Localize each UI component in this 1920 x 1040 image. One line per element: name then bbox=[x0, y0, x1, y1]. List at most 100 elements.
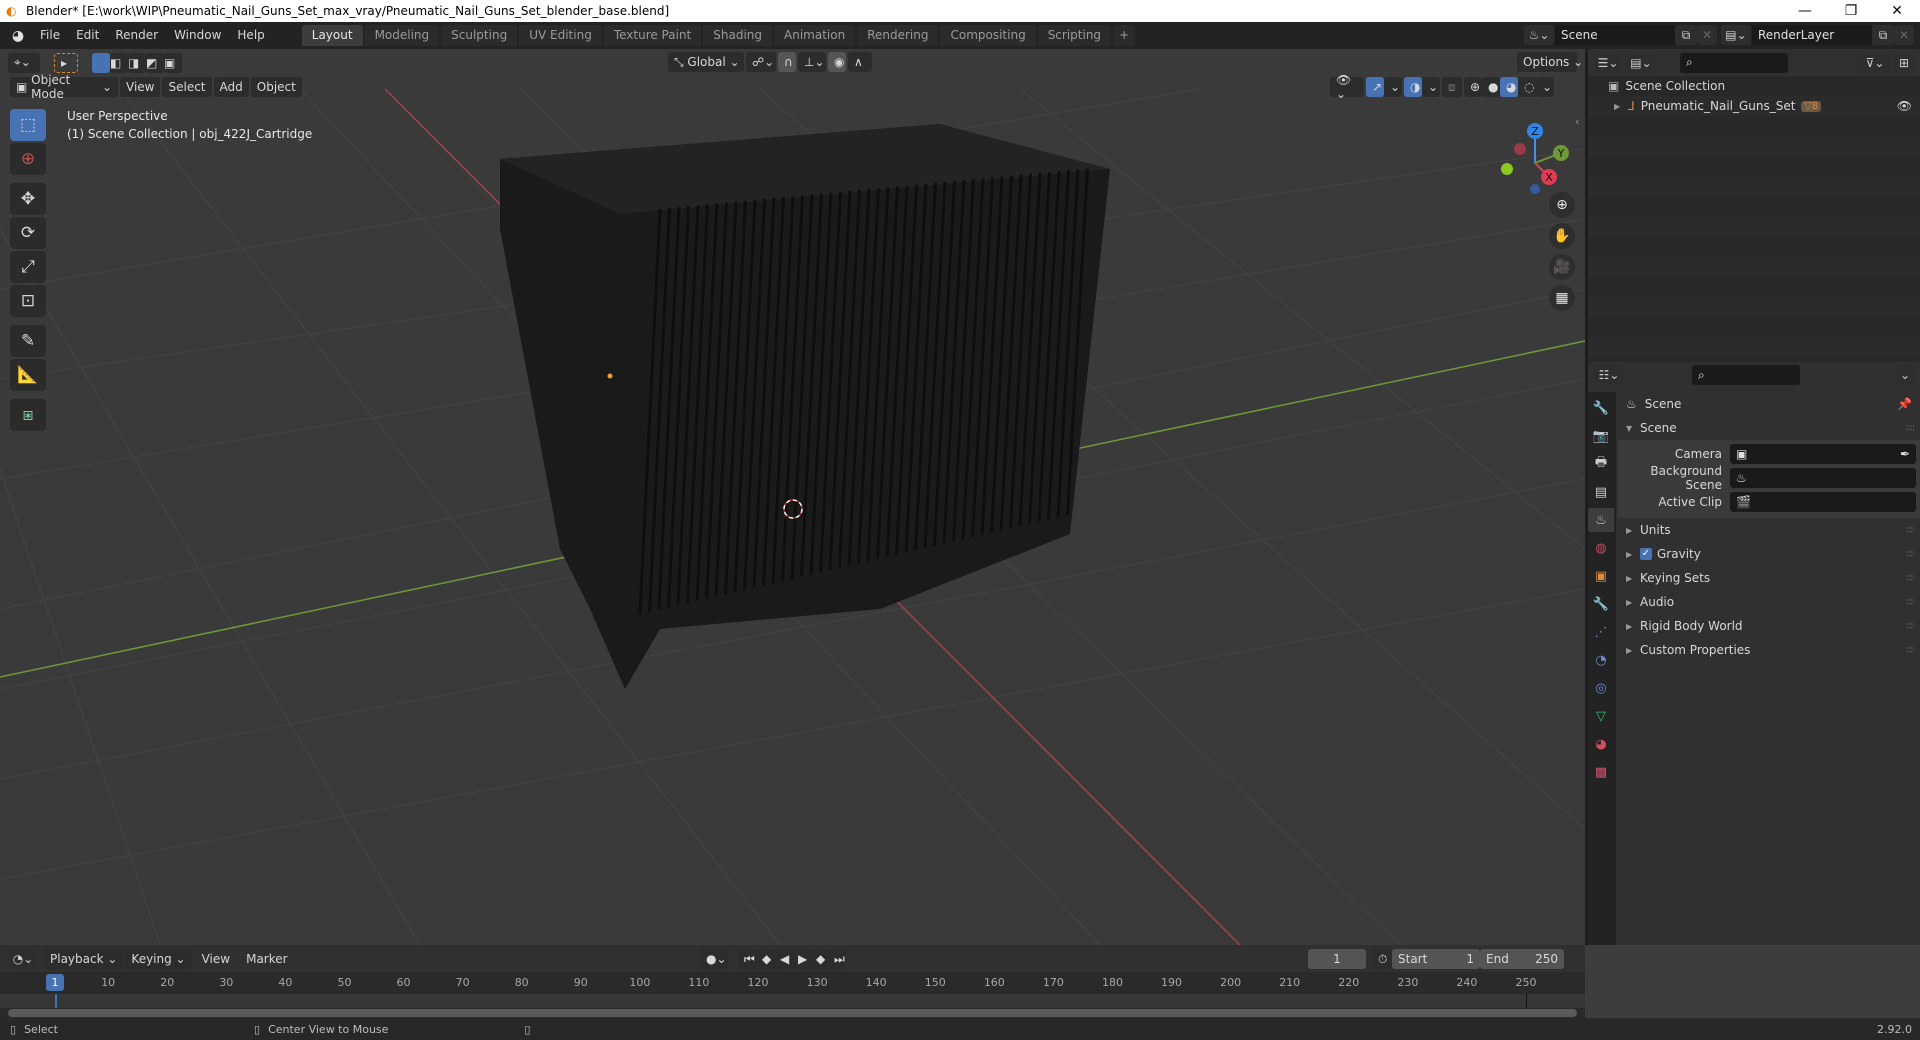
particles-tab-icon[interactable]: ⋰ bbox=[1588, 620, 1614, 644]
render-tab-icon[interactable]: 📷 bbox=[1588, 424, 1614, 448]
3d-viewport[interactable]: ⌖⌄ ▸ ◧ ◨ ◩ ▣ ⤡ Global ⌄ ☍⌄ ∩ ⊥⌄ ◉ ∧ Opti… bbox=[0, 49, 1585, 945]
workspace-tab-uv-editing[interactable]: UV Editing bbox=[519, 25, 602, 46]
expand-arrow-icon[interactable]: ▶ bbox=[1614, 102, 1628, 111]
workspace-tab-rendering[interactable]: Rendering bbox=[857, 25, 939, 46]
timeline-editor-type-icon[interactable]: ◔⌄ bbox=[8, 948, 38, 969]
menu-edit[interactable]: Edit bbox=[68, 22, 107, 49]
new-collection-icon[interactable]: ⊞ bbox=[1894, 52, 1914, 73]
display-mode-icon[interactable]: ▤⌄ bbox=[1626, 52, 1656, 73]
section-audio[interactable]: ▶ Audio:::: bbox=[1618, 590, 1920, 614]
timeline-scrollbar[interactable] bbox=[8, 1009, 1577, 1017]
constraints-tab-icon[interactable]: ◎ bbox=[1588, 676, 1614, 700]
rotate-tool-icon[interactable]: ⟳ bbox=[10, 217, 46, 249]
keying-menu[interactable]: Keying ⌄ bbox=[125, 948, 192, 969]
menu-view[interactable]: View bbox=[120, 77, 161, 97]
move-tool-icon[interactable]: ✥ bbox=[10, 183, 46, 215]
add-cube-tool-icon[interactable]: ⧆ bbox=[10, 399, 46, 431]
new-scene-icon[interactable]: ⧉ bbox=[1675, 25, 1697, 45]
outliner-row-object[interactable]: ▶ ⅃ Pneumatic_Nail_Guns_Set ▽8 👁 bbox=[1588, 96, 1920, 116]
jump-start-icon[interactable]: ⏮ bbox=[738, 949, 756, 969]
visibility-eye-icon[interactable]: 👁 bbox=[1897, 99, 1912, 113]
playback-menu[interactable]: Playback ⌄ bbox=[44, 948, 124, 969]
select-box-tool-icon[interactable]: ⬚ bbox=[10, 109, 46, 141]
workspace-tab-animation[interactable]: Animation bbox=[774, 25, 856, 46]
menu-object[interactable]: Object bbox=[250, 77, 302, 97]
select-mode-subtract-icon[interactable]: ◨ bbox=[128, 52, 146, 73]
pan-hand-icon[interactable]: ✋ bbox=[1549, 223, 1575, 249]
physics-tab-icon[interactable]: ◔ bbox=[1588, 648, 1614, 672]
current-frame-field[interactable]: 1 bbox=[1308, 949, 1366, 969]
sidebar-toggle-icon[interactable]: ‹ bbox=[1575, 115, 1579, 128]
texture-tab-icon[interactable]: ▩ bbox=[1588, 760, 1614, 784]
properties-search-input[interactable]: ⌕ bbox=[1692, 365, 1800, 385]
new-view-layer-icon[interactable]: ⧉ bbox=[1872, 25, 1894, 45]
next-keyframe-icon[interactable]: ◆ bbox=[810, 949, 828, 969]
overlay-toggle-icon[interactable]: ◑ bbox=[1404, 77, 1422, 97]
minimize-button[interactable]: — bbox=[1782, 0, 1828, 22]
filter-icon[interactable]: ⊽⌄ bbox=[1860, 52, 1890, 73]
snap-target-icon[interactable]: ⊥⌄ bbox=[798, 52, 826, 72]
select-mode-invert-icon[interactable]: ◩ bbox=[146, 52, 164, 73]
menu-render[interactable]: Render bbox=[107, 22, 166, 49]
delete-scene-icon[interactable]: ✕ bbox=[1697, 25, 1717, 45]
timeline-view-menu[interactable]: View bbox=[194, 949, 238, 969]
overlay-dropdown-icon[interactable]: ⌄ bbox=[1422, 77, 1440, 97]
timeline-ruler[interactable]: 10 20 30 40 50 60 70 80 90 100 110 120 130 140 150 160 1… bbox=[0, 972, 1585, 994]
section-keying-sets[interactable]: ▶ Keying Sets:::: bbox=[1618, 566, 1920, 590]
properties-editor-type-icon[interactable]: ☷⌄ bbox=[1594, 365, 1624, 385]
view-layer-name-field[interactable]: RenderLayer bbox=[1752, 25, 1872, 45]
zoom-icon[interactable]: ⊕ bbox=[1549, 192, 1575, 218]
eyedropper-icon[interactable]: ✒ bbox=[1900, 447, 1910, 461]
auto-keying-icon[interactable]: ●⌄ bbox=[700, 949, 728, 969]
start-frame-field[interactable]: Start 1 bbox=[1392, 949, 1480, 969]
tool-tab-icon[interactable]: 🔧 bbox=[1588, 396, 1614, 420]
snap-toggle-icon[interactable]: ∩ bbox=[778, 52, 796, 72]
falloff-icon[interactable]: ∧ bbox=[848, 52, 872, 72]
select-tool-icon[interactable]: ▸ bbox=[54, 52, 78, 73]
options-dropdown[interactable]: Options ⌄ bbox=[1517, 52, 1583, 72]
menu-help[interactable]: Help bbox=[229, 22, 272, 49]
menu-add[interactable]: Add bbox=[213, 77, 249, 97]
mode-dropdown[interactable]: ▣ Object Mode ⌄ bbox=[10, 73, 118, 101]
select-mode-intersect-icon[interactable]: ▣ bbox=[164, 52, 182, 73]
visibility-selectability-icon[interactable]: 👁⌄ bbox=[1330, 73, 1364, 101]
scene-name-field[interactable]: Scene bbox=[1555, 25, 1675, 45]
transform-orientation-dropdown[interactable]: ⤡ Global ⌄ bbox=[668, 52, 744, 72]
workspace-tab-shading[interactable]: Shading bbox=[703, 25, 772, 46]
xray-toggle-icon[interactable]: ⧈ bbox=[1442, 77, 1462, 97]
section-rigid-body-world[interactable]: ▶ Rigid Body World:::: bbox=[1618, 614, 1920, 638]
restore-button[interactable]: ❐ bbox=[1828, 0, 1874, 22]
marker-menu[interactable]: Marker bbox=[238, 949, 295, 969]
view-layer-selector-icon[interactable]: ▤⌄ bbox=[1721, 25, 1751, 45]
workspace-tab-compositing[interactable]: Compositing bbox=[940, 25, 1036, 46]
outliner-editor-type-icon[interactable]: ☰⌄ bbox=[1594, 52, 1622, 73]
workspace-tab-sculpting[interactable]: Sculpting bbox=[441, 25, 518, 46]
section-units[interactable]: ▶ Units:::: bbox=[1618, 518, 1920, 542]
cursor-tool-icon[interactable]: ⊕ bbox=[10, 143, 46, 175]
menu-file[interactable]: File bbox=[32, 22, 68, 49]
workspace-tab-modeling[interactable]: Modeling bbox=[364, 25, 440, 46]
outliner-row-scene-collection[interactable]: ▣ Scene Collection bbox=[1588, 76, 1920, 96]
active-clip-field[interactable]: 🎬 bbox=[1730, 492, 1916, 512]
gizmo-toggle-icon[interactable]: ↗ bbox=[1366, 77, 1384, 97]
properties-options-icon[interactable]: ⌄ bbox=[1896, 365, 1914, 385]
scene-panel-header[interactable]: ▼ Scene :::: bbox=[1618, 416, 1920, 440]
output-tab-icon[interactable]: 🖶 bbox=[1588, 452, 1614, 476]
playhead[interactable]: 1 bbox=[46, 974, 64, 991]
end-frame-field[interactable]: End 250 bbox=[1480, 949, 1564, 969]
prev-keyframe-icon[interactable]: ◆ bbox=[756, 949, 774, 969]
ortho-grid-icon[interactable]: ▦ bbox=[1549, 285, 1575, 311]
modifier-wrench-icon[interactable]: 🔧 bbox=[1588, 592, 1614, 616]
pin-icon[interactable]: 📌 bbox=[1897, 397, 1912, 411]
annotate-tool-icon[interactable]: ✎ bbox=[10, 325, 46, 357]
scene-selector-icon[interactable]: ♨⌄ bbox=[1524, 25, 1554, 45]
camera-view-icon[interactable]: 🎥 bbox=[1549, 254, 1575, 280]
background-scene-field[interactable]: ♨ bbox=[1730, 468, 1916, 488]
shading-dropdown-icon[interactable]: ⌄ bbox=[1536, 77, 1554, 97]
gravity-checkbox[interactable]: ✓ bbox=[1640, 548, 1652, 560]
navigation-gizmo[interactable]: Z Y X bbox=[1490, 115, 1570, 195]
world-tab-icon[interactable]: ◍ bbox=[1588, 536, 1614, 560]
shading-rendered-icon[interactable]: ◌ bbox=[1518, 77, 1536, 97]
menu-select[interactable]: Select bbox=[162, 77, 212, 97]
workspace-tab-layout[interactable]: Layout bbox=[301, 25, 363, 46]
